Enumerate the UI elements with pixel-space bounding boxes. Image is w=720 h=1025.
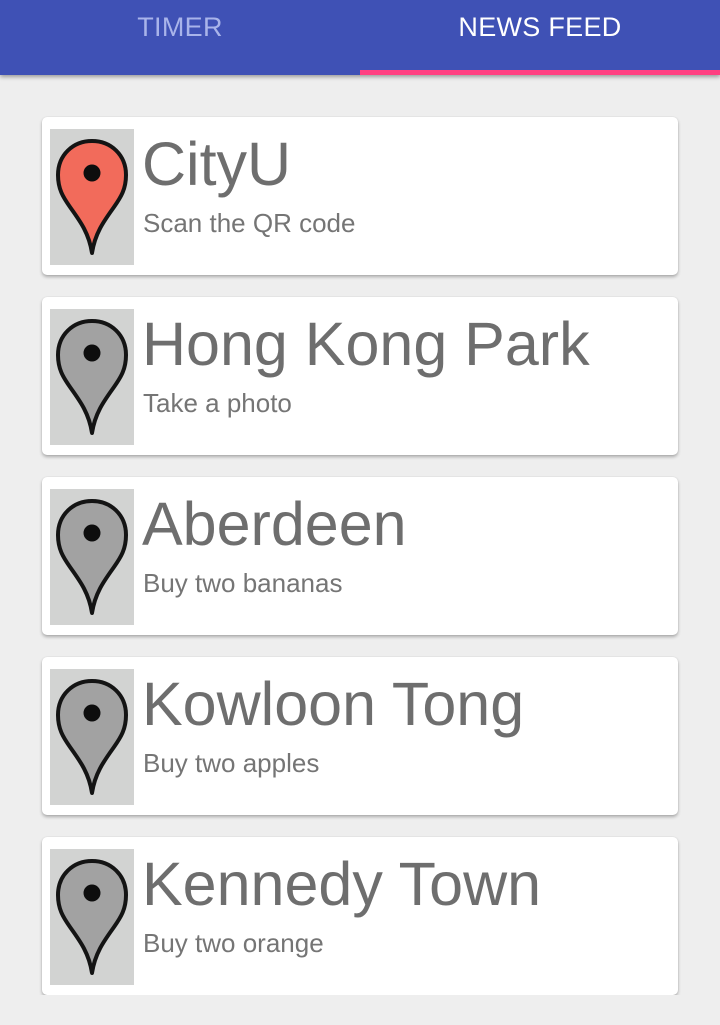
location-list[interactable]: CityU Scan the QR code Hong Kong Park Ta… — [0, 75, 720, 995]
tab-selected-indicator — [360, 70, 720, 75]
map-pin-icon — [56, 319, 128, 435]
location-card-cityu[interactable]: CityU Scan the QR code — [42, 117, 678, 275]
location-task: Scan the QR code — [143, 208, 356, 238]
location-title: Kennedy Town — [142, 850, 542, 918]
location-title: Hong Kong Park — [142, 310, 590, 378]
location-thumbnail — [50, 669, 134, 805]
location-title: Kowloon Tong — [142, 670, 525, 738]
location-thumbnail — [50, 309, 134, 445]
map-pin-icon — [56, 679, 128, 795]
map-pin-icon — [56, 499, 128, 615]
location-task: Buy two orange — [143, 928, 324, 958]
map-pin-icon — [56, 139, 128, 255]
location-title: CityU — [142, 130, 292, 198]
tab-bar: TIMER NEWS FEED — [0, 0, 720, 75]
location-card-kowloon-tong[interactable]: Kowloon Tong Buy two apples — [42, 657, 678, 815]
location-thumbnail — [50, 129, 134, 265]
location-task: Buy two apples — [143, 748, 320, 778]
location-thumbnail — [50, 489, 134, 625]
map-pin-icon — [56, 859, 128, 975]
location-card-aberdeen[interactable]: Aberdeen Buy two bananas — [42, 477, 678, 635]
location-task: Take a photo — [143, 388, 292, 418]
tab-timer[interactable]: TIMER — [0, 0, 360, 75]
tab-news-feed[interactable]: NEWS FEED — [360, 0, 720, 75]
location-card-kennedy-town[interactable]: Kennedy Town Buy two orange — [42, 837, 678, 995]
list-bottom-edge — [0, 995, 720, 1025]
location-thumbnail — [50, 849, 134, 985]
location-title: Aberdeen — [142, 490, 407, 558]
location-card-hong-kong-park[interactable]: Hong Kong Park Take a photo — [42, 297, 678, 455]
location-task: Buy two bananas — [143, 568, 343, 598]
